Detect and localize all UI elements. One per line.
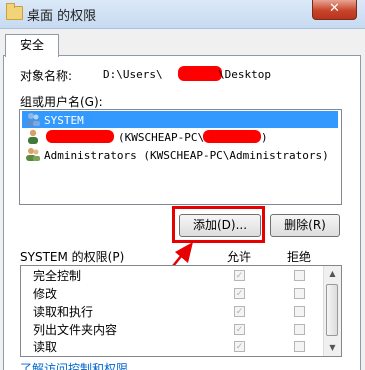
deny-checkbox[interactable] — [294, 288, 305, 299]
permission-row: 修改 ✓ — [21, 285, 321, 303]
deny-checkbox[interactable] — [294, 324, 305, 335]
scroll-up-icon[interactable]: ▲ — [324, 266, 341, 282]
deny-checkbox[interactable] — [294, 341, 305, 352]
permission-name: 列出文件夹内容 — [33, 323, 118, 337]
permission-name: 完全控制 — [33, 269, 82, 283]
permissions-scrollbar[interactable]: ▲ ▼ — [323, 266, 341, 356]
permission-name: 修改 — [33, 287, 58, 301]
allow-checkbox[interactable]: ✓ — [234, 288, 245, 299]
allow-checkbox[interactable]: ✓ — [234, 324, 245, 335]
allow-checkbox[interactable]: ✓ — [234, 341, 245, 352]
allow-header: 允许 — [227, 250, 252, 264]
access-control-help-link[interactable]: 了解访问控制和权限 — [20, 360, 128, 370]
permission-row: 完全控制 ✓ — [21, 267, 321, 285]
deny-checkbox[interactable] — [294, 270, 305, 281]
permission-name: 读取和执行 — [33, 305, 94, 319]
permission-name: 读取 — [33, 340, 58, 354]
permission-row: 读取和执行 ✓ — [21, 303, 321, 321]
properties-window: 桌面 的权限 ✕ 安全 对象名称: D:\Users\ \Desktop 组或用… — [0, 0, 365, 370]
allow-checkbox[interactable]: ✓ — [234, 270, 245, 281]
permission-row: 读取 ✓ — [21, 338, 321, 356]
permissions-list: 完全控制 ✓ 修改 ✓ 读取和执行 ✓ 列出文件夹内容 ✓ 读取 ✓ ▲ ▼ — [20, 265, 342, 357]
deny-checkbox[interactable] — [294, 306, 305, 317]
tab-security[interactable]: 安全 — [5, 34, 59, 57]
permissions-label: SYSTEM 的权限(P) — [20, 250, 125, 264]
deny-header: 拒绝 — [287, 250, 312, 264]
permission-row: 列出文件夹内容 ✓ — [21, 321, 321, 339]
allow-checkbox[interactable]: ✓ — [234, 306, 245, 317]
scroll-thumb[interactable] — [326, 284, 338, 336]
scroll-down-icon[interactable]: ▼ — [324, 340, 341, 356]
